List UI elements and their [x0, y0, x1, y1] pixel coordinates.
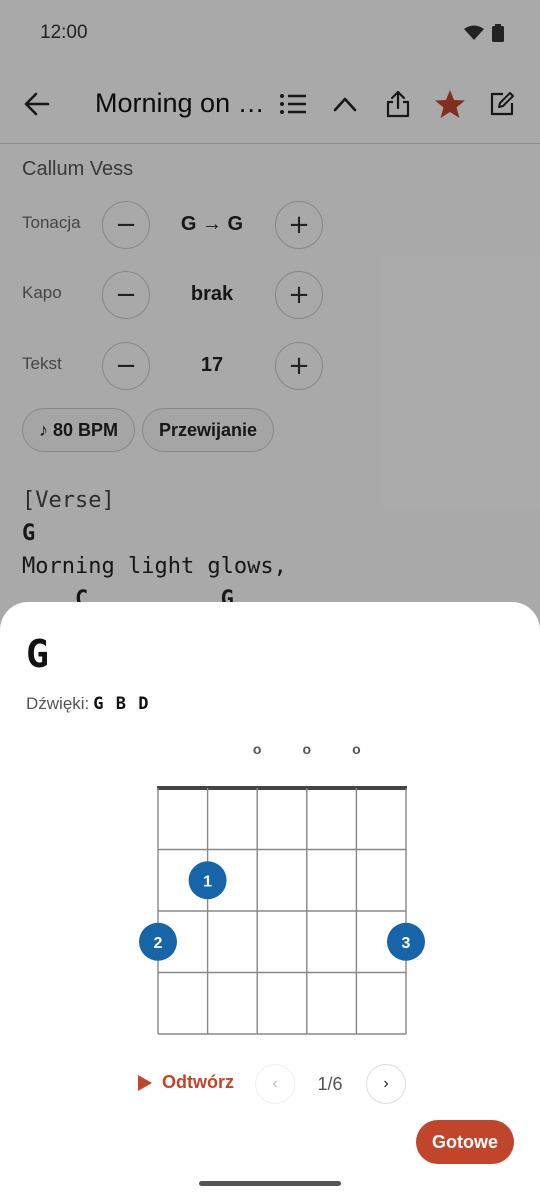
chord-bottom-sheet: G Dźwięki: G B D ooo 123 Odtwórz ‹ 1/6 › … [0, 602, 540, 1200]
play-button[interactable]: Odtwórz [138, 1072, 234, 1093]
notes-value: G B D [93, 694, 150, 714]
finger-label: 3 [402, 935, 411, 952]
page-indicator: 1/6 [317, 1074, 343, 1094]
open-string-marker: o [352, 741, 361, 757]
chord-controls: Odtwórz ‹ 1/6 › [0, 1062, 540, 1108]
home-indicator [199, 1181, 341, 1186]
finger-label: 1 [203, 873, 212, 890]
finger-label: 2 [154, 935, 163, 952]
play-label: Odtwórz [162, 1072, 234, 1092]
play-icon [138, 1074, 152, 1091]
chord-notes: Dźwięki: G B D [26, 694, 149, 714]
finger-dot: 1 [188, 861, 227, 900]
chord-diagram: o o o 1 2 3 [139, 741, 425, 1035]
finger-dot: 3 [387, 922, 425, 961]
notes-label: Dźwięki: [26, 694, 90, 713]
finger-dot: 2 [139, 922, 177, 961]
open-string-marker: o [303, 741, 312, 757]
open-string-marker: o [253, 741, 262, 757]
chord-name: G [26, 632, 49, 676]
done-button[interactable]: Gotowe [416, 1120, 514, 1164]
previous-chord-button[interactable]: ‹ [255, 1064, 295, 1104]
next-chord-button[interactable]: › [366, 1064, 406, 1104]
